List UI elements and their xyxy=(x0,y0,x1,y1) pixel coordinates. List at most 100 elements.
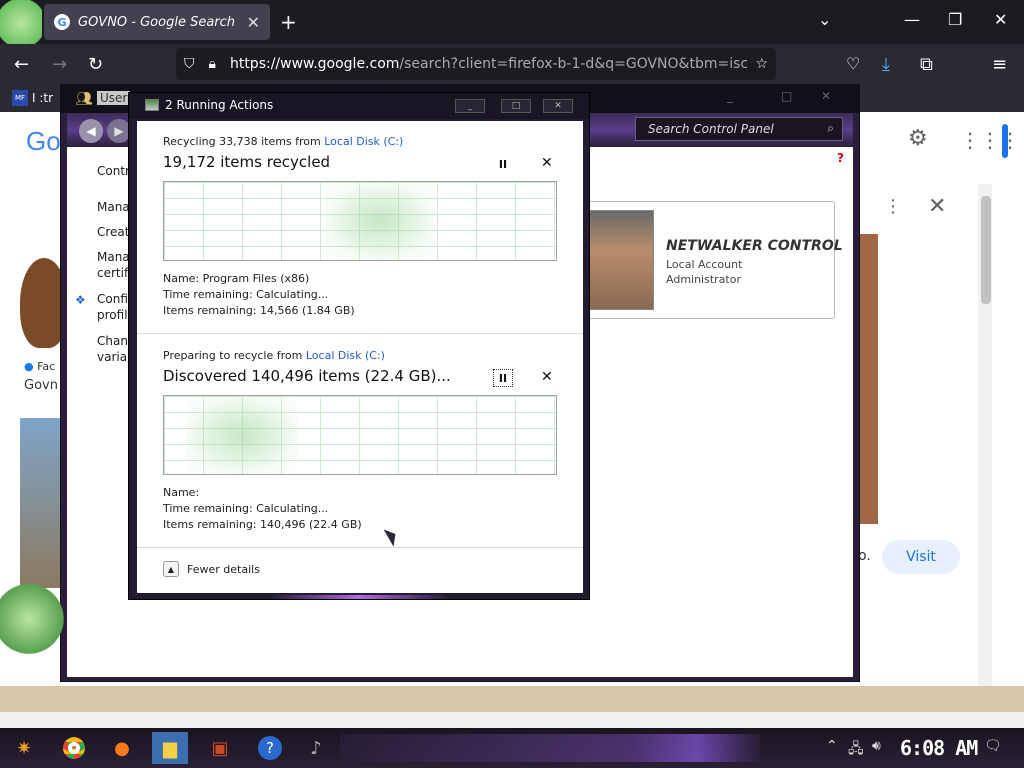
peridot-sticker-bottom xyxy=(0,582,64,664)
media-app-icon[interactable]: ♪ xyxy=(300,732,332,764)
user-account-card: NETWALKER CONTROL Local Account Administ… xyxy=(581,201,843,319)
search-icon[interactable]: ⌕ xyxy=(827,121,834,136)
facebook-icon: ● xyxy=(24,360,34,373)
more-options-icon[interactable]: ⋮ xyxy=(884,196,902,217)
cancel-button[interactable]: ✕ xyxy=(541,369,553,385)
apps-grid-icon[interactable]: ⋮⋮⋮ xyxy=(960,128,1020,152)
detail-items: Items remaining: 140,496 (22.4 GB) xyxy=(163,518,362,531)
browser-tab-google[interactable]: G GOVNO - Google Search ✕ xyxy=(44,4,270,40)
chrome-icon[interactable] xyxy=(58,732,90,764)
source-link[interactable]: Local Disk (C:) xyxy=(306,349,385,362)
firefox-icon[interactable]: ● xyxy=(106,732,138,764)
tab-close-icon[interactable]: ✕ xyxy=(247,13,260,32)
control-panel-title: User xyxy=(97,91,131,105)
back-arrow-icon[interactable]: ← xyxy=(14,54,29,75)
tracking-shield-icon[interactable]: ⛉ xyxy=(184,56,195,72)
visit-button[interactable]: Visit xyxy=(882,540,960,574)
dialog-titlebar[interactable]: 2 Running Actions _ □ ✕ xyxy=(129,93,589,119)
google-favicon-icon: G xyxy=(54,14,70,30)
volume-icon[interactable]: 🔊︎ xyxy=(872,738,881,754)
help-icon[interactable]: ? xyxy=(837,151,844,165)
new-tab-button[interactable]: + xyxy=(280,10,297,34)
taskbar: ✷ ● ▆ ▣ ? ♪ ⌃ 🖧︎ 🔊︎ 6:08 AM 🗨︎ xyxy=(0,728,1024,768)
window-minimize-button[interactable]: — xyxy=(904,10,920,29)
pocket-icon[interactable]: ♡ xyxy=(846,54,860,73)
progress-graph xyxy=(163,181,557,261)
dialog-title: 2 Running Actions xyxy=(165,98,274,112)
start-button-icon[interactable]: ✷ xyxy=(8,732,40,764)
taskbar-decoration xyxy=(340,734,760,762)
action-divider xyxy=(137,333,583,334)
tab-list-chevron-icon[interactable]: ⌄ xyxy=(818,10,831,29)
dialog-close-button[interactable]: ✕ xyxy=(543,99,573,113)
progress-graph xyxy=(163,395,557,475)
window-restore-button[interactable]: ❐ xyxy=(948,10,962,29)
detail-time: Time remaining: Calculating... xyxy=(163,288,329,301)
bottom-image-strip xyxy=(0,686,1024,712)
horizontal-scrollbar[interactable] xyxy=(0,712,1024,728)
action-header: Preparing to recycle from Local Disk (C:… xyxy=(163,349,385,362)
running-actions-dialog: 2 Running Actions _ □ ✕ Recycling 33,738… xyxy=(128,92,590,600)
bookmark-favicon-icon: MF xyxy=(12,90,28,106)
browser-tab-title: GOVNO - Google Search xyxy=(78,14,236,30)
avatar[interactable] xyxy=(588,210,654,310)
close-preview-icon[interactable]: ✕ xyxy=(928,194,946,219)
user-account-type: Local Account xyxy=(666,258,743,271)
cp-left-link[interactable]: Creat xyxy=(97,224,130,240)
action-status: 19,172 items recycled xyxy=(163,153,331,171)
cancel-button[interactable]: ✕ xyxy=(541,155,553,171)
lock-icon[interactable]: 🔒︎ xyxy=(209,56,216,72)
back-button[interactable]: ◀ xyxy=(79,119,103,143)
network-icon[interactable]: 🖧︎ xyxy=(848,738,864,762)
url-text[interactable]: https://www.google.com/search?client=fir… xyxy=(230,56,747,72)
result-source-label: ● Fac xyxy=(24,360,56,373)
notifications-icon[interactable]: 🗨︎ xyxy=(984,738,1002,754)
taskbar-clock[interactable]: 6:08 AM xyxy=(900,736,978,760)
result-title[interactable]: Govn xyxy=(24,378,58,393)
dialog-maximize-button[interactable]: □ xyxy=(501,99,531,113)
gear-icon[interactable]: ⚙ xyxy=(908,126,928,151)
window-close-button[interactable]: ✕ xyxy=(994,10,1007,29)
url-bar[interactable]: ⛉ 🔒︎ https://www.google.com/search?clien… xyxy=(176,48,776,80)
google-logo[interactable]: Go xyxy=(26,126,61,157)
pause-button[interactable]: II xyxy=(493,369,513,387)
powerpoint-icon[interactable]: ▣ xyxy=(204,732,236,764)
pause-button[interactable]: II xyxy=(493,155,513,173)
cp-close-button[interactable]: ✕ xyxy=(821,89,831,103)
cp-left-link[interactable]: Contr xyxy=(97,163,130,179)
file-explorer-icon[interactable]: ▆ xyxy=(152,732,188,764)
shield-windows-icon: ❖ xyxy=(75,293,86,307)
action-divider xyxy=(137,547,583,548)
dialog-minimize-button[interactable]: _ xyxy=(455,99,485,113)
page-scrollbar-thumb[interactable] xyxy=(981,196,991,304)
dialog-body: Recycling 33,738 items from Local Disk (… xyxy=(137,121,583,593)
control-panel-search-input[interactable]: Search Control Panel ⌕ xyxy=(635,117,843,141)
bookmark-item[interactable]: I :tr xyxy=(32,91,53,105)
action-status: Discovered 140,496 items (22.4 GB)... xyxy=(163,367,451,385)
bookmark-star-icon[interactable]: ☆ xyxy=(755,56,768,72)
chevron-up-icon[interactable]: ▲ xyxy=(163,561,179,577)
source-link[interactable]: Local Disk (C:) xyxy=(324,135,403,148)
user-name: NETWALKER CONTROL xyxy=(666,238,843,254)
extensions-icon[interactable]: ⧉ xyxy=(920,54,933,75)
progress-fill xyxy=(187,396,298,474)
action-header: Recycling 33,738 items from Local Disk (… xyxy=(163,135,404,148)
recycle-bin-icon xyxy=(145,99,159,111)
reload-icon[interactable]: ↻ xyxy=(88,54,103,75)
detail-time: Time remaining: Calculating... xyxy=(163,502,329,515)
users-icon: 👥︎ xyxy=(75,91,93,107)
cp-minimize-button[interactable]: _ xyxy=(727,89,733,103)
fewer-details-toggle[interactable]: ▲ Fewer details xyxy=(163,561,260,577)
browser-tab-bar: G GOVNO - Google Search ✕ + ⌄ — ❐ ✕ xyxy=(0,0,1024,58)
menu-hamburger-icon[interactable]: ≡ xyxy=(992,54,1007,75)
detail-items: Items remaining: 14,566 (1.84 GB) xyxy=(163,304,355,317)
fewer-details-label[interactable]: Fewer details xyxy=(187,563,260,576)
cp-maximize-button[interactable]: □ xyxy=(781,89,792,103)
forward-arrow-icon[interactable]: → xyxy=(52,54,67,75)
progress-fill xyxy=(324,182,435,260)
downloads-icon[interactable]: ⤓ xyxy=(882,54,890,75)
tray-expand-icon[interactable]: ⌃ xyxy=(826,738,838,754)
help-support-icon[interactable]: ? xyxy=(254,732,286,764)
user-role: Administrator xyxy=(666,273,741,286)
dialog-glow-accent xyxy=(269,595,449,599)
